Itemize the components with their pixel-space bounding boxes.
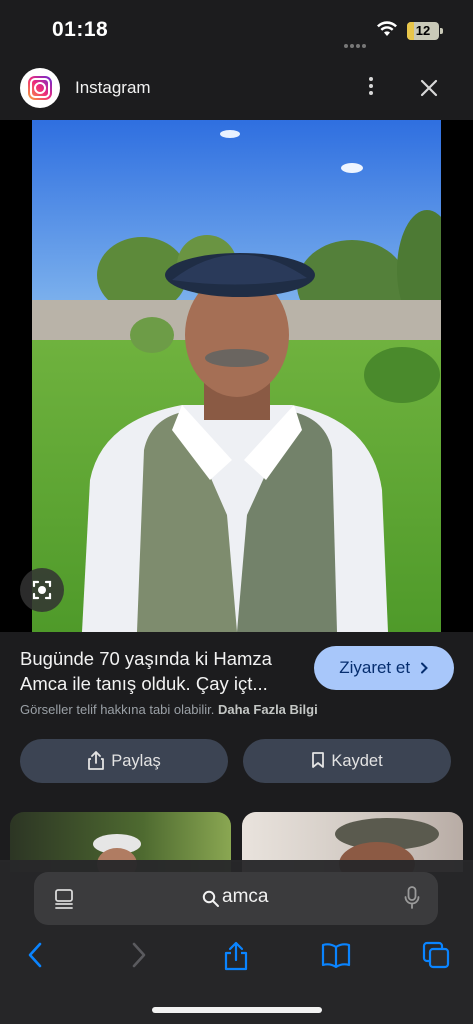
title-line-1: Bugünde 70 yaşında ki Hamza xyxy=(20,648,272,669)
battery-level: 12 xyxy=(415,23,431,38)
tabs-icon[interactable] xyxy=(421,940,451,970)
save-label: Kaydet xyxy=(331,752,383,770)
more-options-icon[interactable] xyxy=(360,74,382,102)
source-header: Instagram xyxy=(0,56,473,120)
main-image[interactable] xyxy=(32,120,441,632)
more-info-link[interactable]: Daha Fazla Bilgi xyxy=(218,702,318,717)
status-bar: 01:18 12 xyxy=(0,0,473,56)
battery-nub xyxy=(440,28,443,34)
address-bar[interactable]: amca xyxy=(34,872,438,925)
search-icon xyxy=(202,890,219,907)
battery-icon: 12 xyxy=(407,22,439,40)
lens-search-button[interactable] xyxy=(20,568,64,612)
share-icon xyxy=(88,750,105,770)
copyright-text: Görseller telif hakkına tabi olabilir. xyxy=(20,702,215,717)
instagram-logo-icon[interactable] xyxy=(20,68,60,108)
close-icon[interactable] xyxy=(414,73,444,103)
title-line-2: Amca ile tanış olduk. Çay içt... xyxy=(20,673,268,694)
status-time: 01:18 xyxy=(52,18,109,41)
visit-button[interactable]: Ziyaret et xyxy=(314,646,454,690)
copyright-notice: Görseller telif hakkına tabi olabilir. D… xyxy=(20,702,318,717)
source-name[interactable]: Instagram xyxy=(75,78,151,98)
bookmark-icon xyxy=(312,751,325,768)
wifi-icon xyxy=(377,21,397,36)
home-indicator[interactable] xyxy=(152,1007,322,1013)
cellular-signal-icon xyxy=(344,35,368,53)
share-button[interactable]: Paylaş xyxy=(20,739,228,783)
microphone-icon[interactable] xyxy=(404,886,420,910)
visit-label: Ziyaret et xyxy=(339,658,411,677)
save-button[interactable]: Kaydet xyxy=(243,739,451,783)
share-label: Paylaş xyxy=(111,752,161,770)
search-query[interactable]: amca xyxy=(222,886,268,908)
browser-toolbar: amca xyxy=(0,860,473,1024)
forward-icon[interactable] xyxy=(128,940,148,970)
bookmarks-icon[interactable] xyxy=(320,940,352,970)
image-title[interactable]: Bugünde 70 yaşında ki Hamza Amca ile tan… xyxy=(20,646,300,696)
back-icon[interactable] xyxy=(26,940,46,970)
chevron-right-icon xyxy=(420,662,428,674)
page-menu-icon[interactable] xyxy=(54,888,74,910)
portrait-photo xyxy=(32,120,441,632)
lens-icon xyxy=(32,580,52,600)
share-page-icon[interactable] xyxy=(222,940,250,972)
